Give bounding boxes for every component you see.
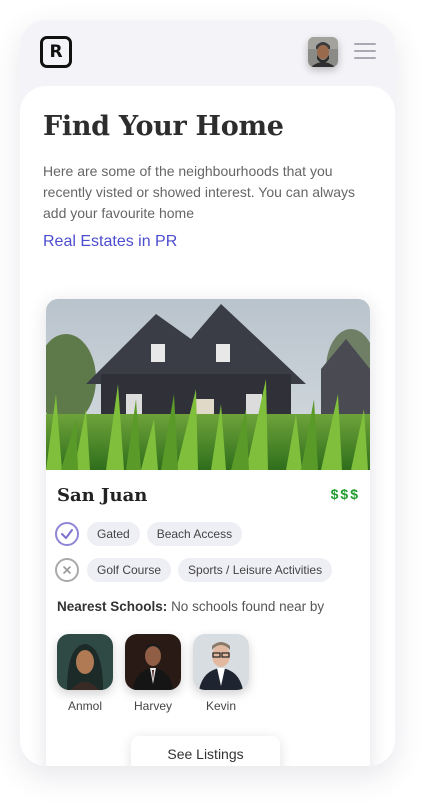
amenity-tag: Gated [87, 522, 140, 546]
logo-letter: R [49, 42, 63, 62]
person-item[interactable]: Kevin [193, 634, 249, 713]
page-description: Here are some of the neighbourhoods that… [43, 163, 356, 221]
schools-label: Nearest Schools: [57, 599, 168, 614]
city-name: San Juan [57, 485, 148, 506]
top-bar: R [20, 20, 395, 86]
page-title: Find Your Home [43, 111, 284, 142]
see-listings-button[interactable]: See Listings [131, 736, 280, 766]
person-name: Kevin [205, 699, 237, 713]
available-amenities-row: Gated Beach Access [55, 521, 249, 547]
check-icon [55, 522, 79, 546]
phone-frame: R Find Your Home Here are some of the ne… [20, 20, 395, 766]
amenity-tag: Golf Course [87, 558, 172, 582]
close-icon [55, 558, 79, 582]
person-photo [57, 634, 113, 690]
amenity-tag: Sports / Leisure Activities [178, 558, 333, 582]
house-photo [46, 299, 370, 470]
schools-value: No schools found near by [171, 599, 325, 614]
person-name: Anmol [67, 699, 102, 713]
people-list: Anmol Harvey Kevin [57, 634, 261, 713]
main-content: Find Your Home Here are some of the neig… [20, 86, 395, 766]
nearest-schools: Nearest Schools: No schools found near b… [57, 599, 324, 614]
hamburger-menu-icon[interactable] [354, 43, 376, 59]
person-item[interactable]: Anmol [57, 634, 113, 713]
person-name: Harvey [133, 699, 172, 713]
neighbourhood-card[interactable]: San Juan $$$ Gated Beach Access Golf Cou… [46, 299, 370, 766]
real-estates-link[interactable]: Real Estates in PR [43, 233, 177, 251]
amenity-tag: Beach Access [146, 522, 243, 546]
person-item[interactable]: Harvey [125, 634, 181, 713]
unavailable-amenities-row: Golf Course Sports / Leisure Activities [55, 557, 339, 583]
price-level: $$$ [330, 486, 360, 502]
person-photo [125, 634, 181, 690]
avatar-image [308, 37, 338, 67]
user-avatar[interactable] [308, 37, 338, 67]
logo[interactable]: R [40, 36, 72, 68]
person-photo [193, 634, 249, 690]
